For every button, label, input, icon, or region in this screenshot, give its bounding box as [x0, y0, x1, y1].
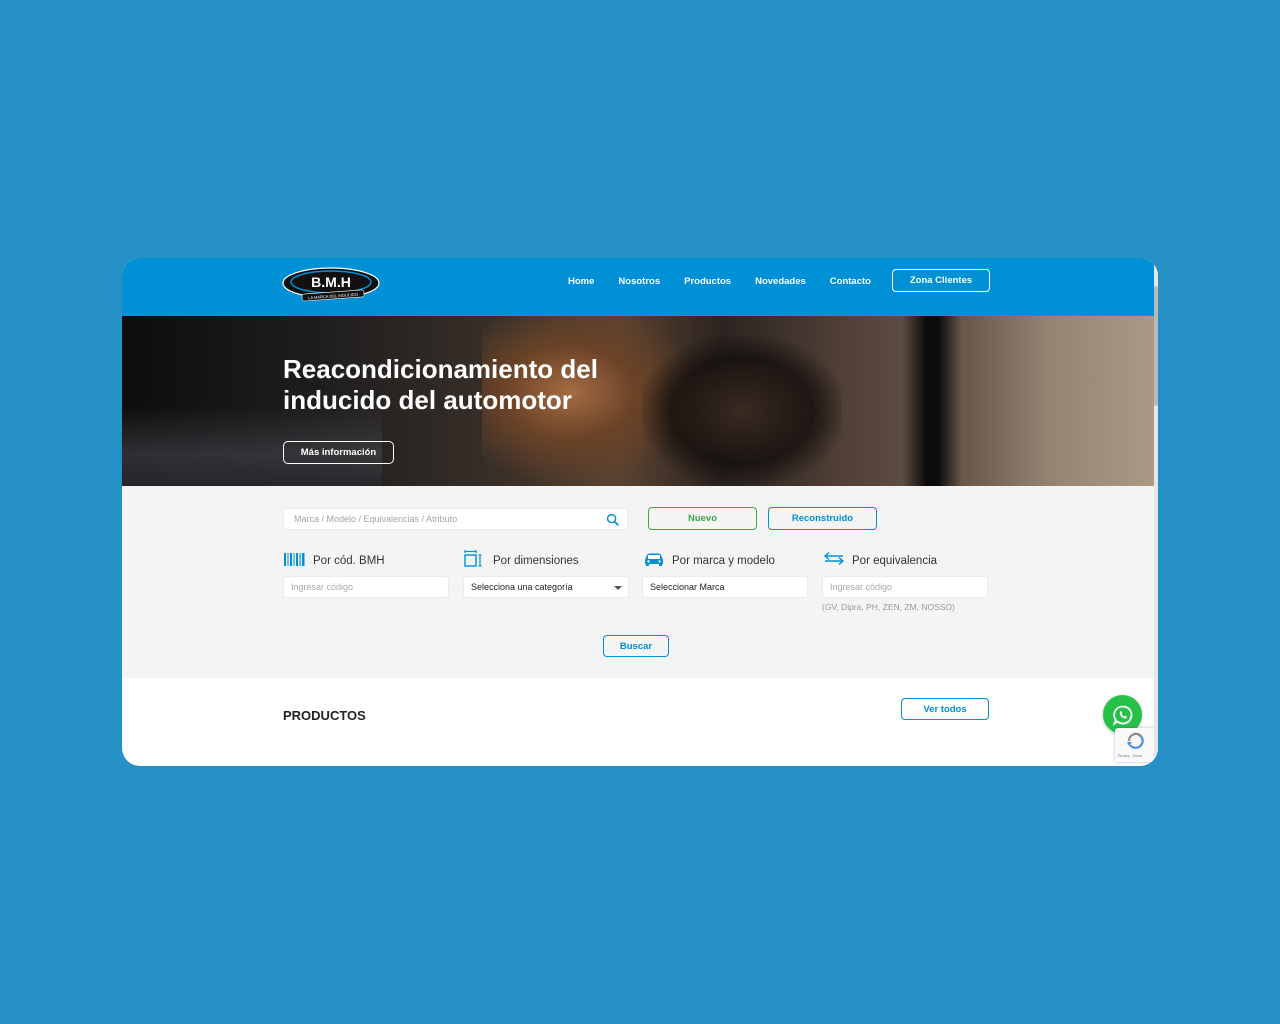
categoria-select[interactable]: Selecciona una categoría: [463, 576, 629, 598]
search-panel: Nuevo Reconstruido Por cód. BMH Ingresar…: [122, 486, 1154, 678]
dimensions-icon: [464, 550, 482, 567]
nuevo-button[interactable]: Nuevo: [648, 507, 757, 530]
hero-image-shadow: [902, 316, 962, 486]
chevron-down-icon: [614, 586, 622, 590]
filter-label: Por cód. BMH: [313, 555, 385, 567]
nav-productos[interactable]: Productos: [684, 276, 731, 287]
filter-label: Por dimensiones: [493, 555, 579, 567]
nav-contacto[interactable]: Contacto: [830, 276, 871, 287]
logo-text: B.M.H: [311, 274, 351, 290]
productos-heading: PRODUCTOS: [283, 708, 366, 723]
filter-cod-bmh: Por cód. BMH Ingresar código: [283, 546, 451, 598]
hero-title: Reacondicionamiento del inducido del aut…: [283, 354, 598, 415]
search-box[interactable]: [283, 508, 628, 530]
filter-dimensiones: Por dimensiones Selecciona una categoría: [463, 546, 631, 598]
recaptcha-badge[interactable]: Privacy - Terms: [1115, 728, 1158, 762]
filter-marca-modelo: Por marca y modelo Seleccionar Marca: [642, 546, 810, 598]
search-icon[interactable]: [606, 513, 619, 526]
marca-select[interactable]: Seleccionar Marca: [642, 576, 808, 598]
barcode-icon: [284, 553, 305, 566]
equivalencia-input[interactable]: Ingresar código: [822, 576, 988, 598]
hero-banner: Reacondicionamiento del inducido del aut…: [122, 316, 1154, 486]
arrows-icon: [823, 551, 845, 566]
main-nav: Home Nosotros Productos Novedades Contac…: [568, 275, 871, 287]
recaptcha-icon: [1127, 732, 1144, 749]
nav-nosotros[interactable]: Nosotros: [618, 276, 660, 287]
nav-novedades[interactable]: Novedades: [755, 276, 806, 287]
site-header: B.M.H LA MARCA DEL INDUCIDO Home Nosotro…: [122, 258, 1154, 316]
nav-home[interactable]: Home: [568, 276, 594, 287]
mas-informacion-button[interactable]: Más información: [283, 441, 394, 464]
filter-label: Por marca y modelo: [672, 555, 775, 567]
car-icon: [645, 553, 663, 566]
scrollbar[interactable]: [1154, 258, 1158, 766]
categoria-select-value: Selecciona una categoría: [471, 582, 573, 592]
equivalencia-note: (GV, Dipra, PH, ZEN, ZM, NOSSO): [822, 602, 955, 612]
filter-equivalencia: Por equivalencia Ingresar código (GV, Di…: [822, 546, 990, 612]
browser-window: B.M.H LA MARCA DEL INDUCIDO Home Nosotro…: [122, 258, 1158, 766]
cod-bmh-input[interactable]: Ingresar código: [283, 576, 449, 598]
buscar-button[interactable]: Buscar: [603, 635, 669, 657]
reconstruido-button[interactable]: Reconstruido: [768, 507, 877, 530]
filter-label: Por equivalencia: [852, 555, 938, 567]
scrollbar-thumb[interactable]: [1154, 286, 1158, 406]
zona-clientes-button[interactable]: Zona Clientes: [892, 269, 990, 292]
bmh-logo[interactable]: B.M.H LA MARCA DEL INDUCIDO: [282, 267, 382, 303]
ver-todos-button[interactable]: Ver todos: [901, 698, 989, 720]
whatsapp-icon: [1112, 705, 1132, 726]
search-input[interactable]: [294, 509, 594, 529]
recaptcha-terms[interactable]: Privacy - Terms: [1118, 754, 1142, 758]
